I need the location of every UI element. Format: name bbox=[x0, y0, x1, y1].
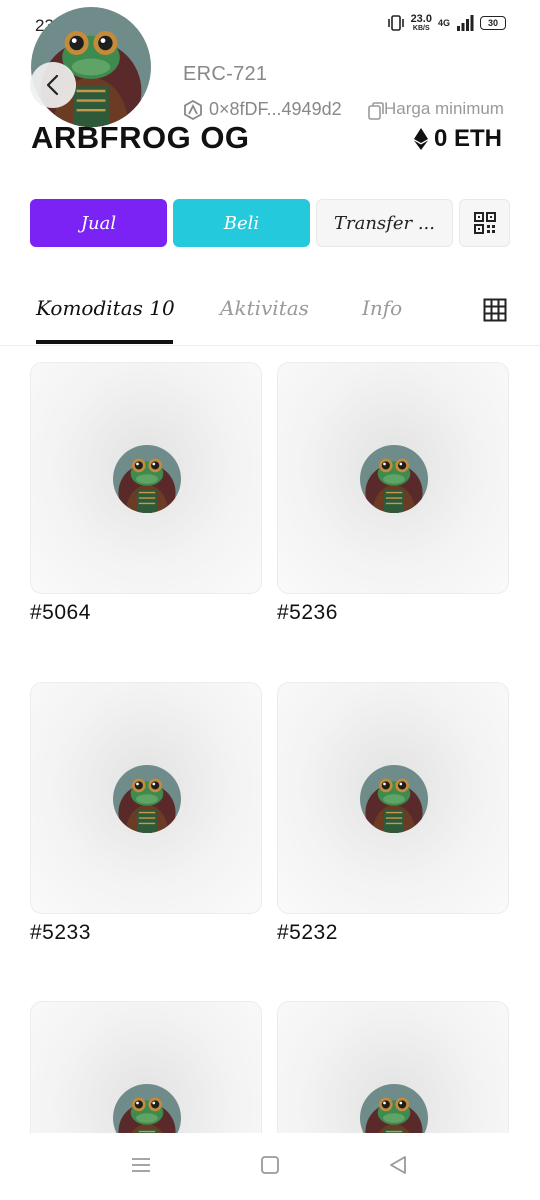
nft-image bbox=[113, 445, 181, 513]
grid-view-icon[interactable] bbox=[483, 298, 507, 322]
network-type: 4G bbox=[437, 18, 450, 28]
home-icon[interactable] bbox=[260, 1155, 280, 1175]
arbitrum-chain-icon bbox=[184, 99, 202, 120]
network-speed: 23.0 KB/S bbox=[410, 13, 432, 33]
nft-card[interactable] bbox=[277, 362, 509, 594]
nft-image bbox=[113, 765, 181, 833]
nft-card[interactable] bbox=[30, 362, 262, 594]
signal-icon bbox=[457, 15, 474, 31]
qr-code-icon bbox=[473, 212, 496, 234]
active-tab-indicator bbox=[36, 340, 173, 344]
contract-address-row[interactable]: 0×8fDF...4949d2 bbox=[183, 99, 342, 120]
sell-button[interactable]: Jual bbox=[30, 199, 167, 247]
nft-image bbox=[360, 765, 428, 833]
nft-id[interactable]: #5064 bbox=[30, 601, 91, 625]
tab-aktivitas[interactable]: Aktivitas bbox=[220, 296, 309, 320]
nft-id[interactable]: #5232 bbox=[277, 921, 338, 945]
transfer-button[interactable]: Transfer ... bbox=[316, 199, 453, 247]
status-indicators: 23.0 KB/S 4G 30 bbox=[387, 14, 506, 32]
nft-image bbox=[360, 445, 428, 513]
collection-name: ARBFROG OG bbox=[31, 120, 250, 155]
tab-info[interactable]: Info bbox=[362, 296, 402, 320]
token-standard: ERC-721 bbox=[183, 63, 268, 85]
tab-bar: Komoditas 10 Aktivitas Info bbox=[0, 290, 540, 346]
menu-icon[interactable] bbox=[131, 1155, 151, 1175]
back-button[interactable] bbox=[30, 62, 76, 108]
eth-icon bbox=[413, 128, 428, 150]
back-icon bbox=[46, 74, 59, 96]
nft-id[interactable]: #5236 bbox=[277, 601, 338, 625]
contract-address: 0×8fDF...4949d2 bbox=[209, 99, 342, 119]
floor-price-value: 0 ETH bbox=[433, 125, 502, 152]
buy-button[interactable]: Beli bbox=[173, 199, 310, 247]
system-nav-bar bbox=[0, 1133, 540, 1200]
battery-icon: 30 bbox=[480, 16, 506, 30]
floor-price: 0 ETH bbox=[413, 125, 502, 153]
qr-code-button[interactable] bbox=[459, 199, 510, 247]
min-price-label: Harga minimum bbox=[384, 99, 504, 118]
copy-icon[interactable] bbox=[368, 102, 384, 120]
nft-card[interactable] bbox=[30, 682, 262, 914]
back-nav-icon[interactable] bbox=[388, 1155, 408, 1175]
nft-card[interactable] bbox=[277, 682, 509, 914]
tab-komoditas[interactable]: Komoditas 10 bbox=[36, 296, 175, 320]
nft-id[interactable]: #5233 bbox=[30, 921, 91, 945]
vibrate-icon bbox=[387, 15, 404, 31]
